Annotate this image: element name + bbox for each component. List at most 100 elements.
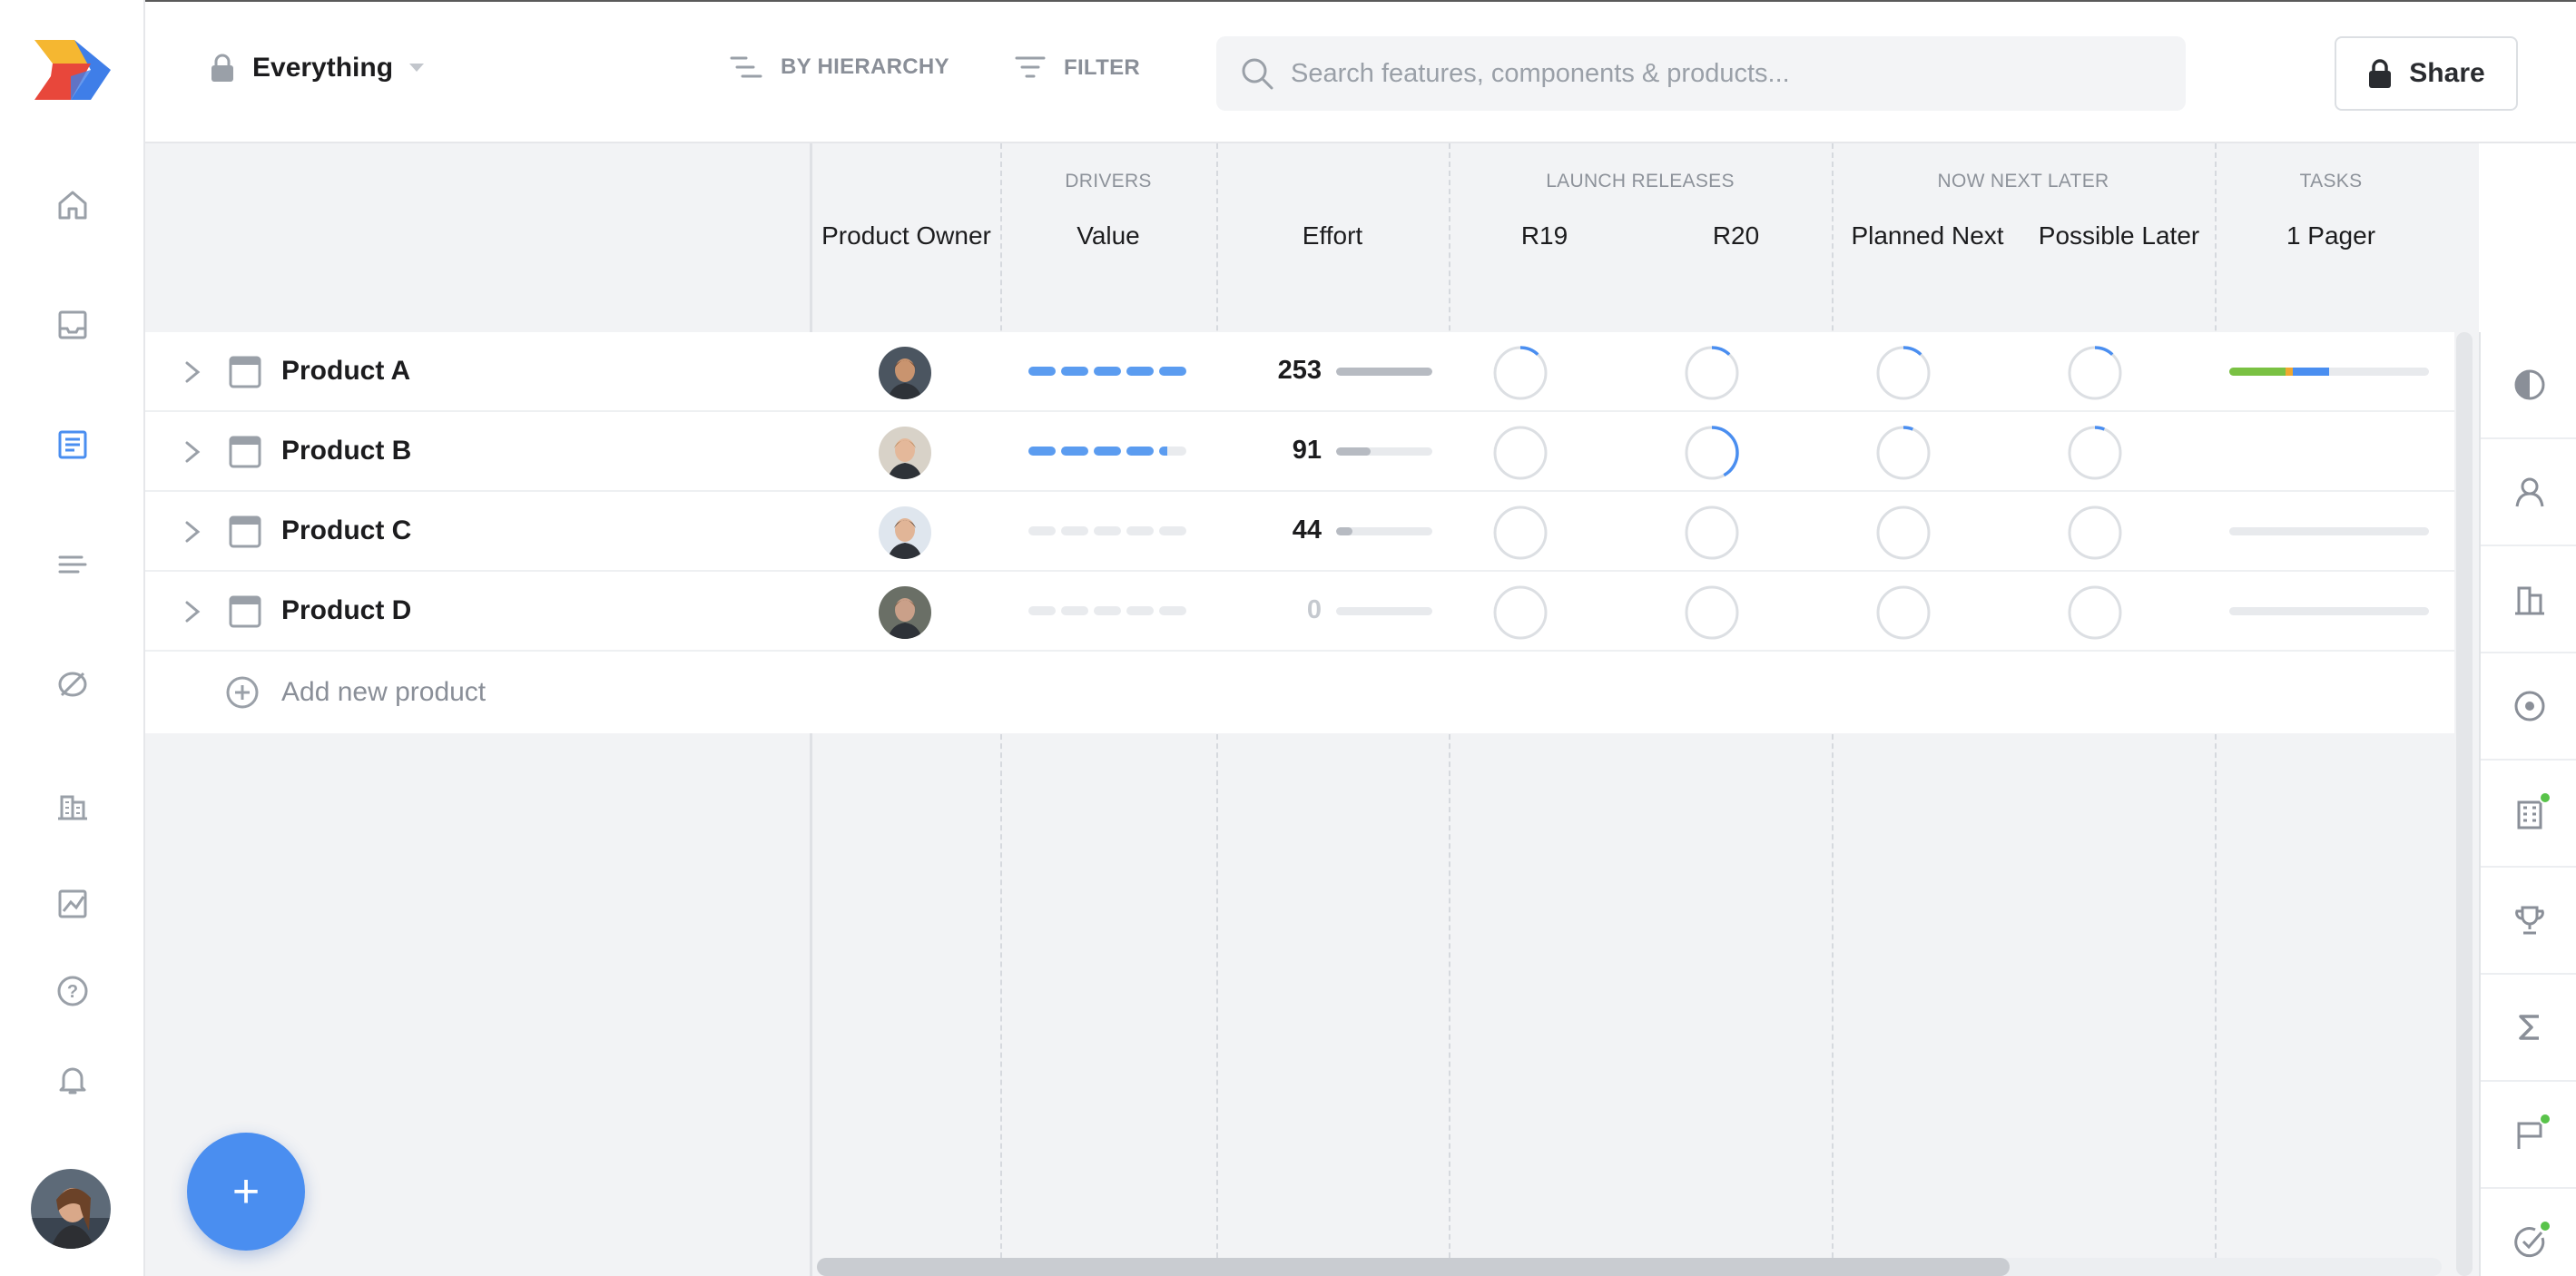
filter-button[interactable]: FILTER xyxy=(1015,54,1140,82)
one-pager-progress[interactable] xyxy=(2229,607,2429,615)
document-icon[interactable] xyxy=(45,417,100,472)
product-name[interactable]: Product C xyxy=(281,515,411,546)
progress-ring-possible-later[interactable] xyxy=(2067,345,2123,401)
owner-avatar[interactable] xyxy=(879,347,931,399)
scrollbar-thumb[interactable] xyxy=(817,1258,2010,1276)
insights-icon[interactable] xyxy=(45,657,100,712)
share-button[interactable]: Share xyxy=(2335,36,2518,111)
by-hierarchy-button[interactable]: BY HIERARCHY xyxy=(730,54,949,80)
column-header-r20[interactable]: R20 xyxy=(1640,221,1832,250)
owner-avatar[interactable] xyxy=(879,506,931,559)
progress-ring-possible-later[interactable] xyxy=(2067,505,2123,561)
progress-ring-r19[interactable] xyxy=(1492,584,1549,641)
scope-label: Everything xyxy=(252,53,394,83)
chevron-down-icon xyxy=(409,64,425,72)
column-header-r19[interactable]: R19 xyxy=(1449,221,1640,250)
search-box[interactable] xyxy=(1216,36,2186,111)
trophy-icon[interactable] xyxy=(2481,868,2576,975)
share-label: Share xyxy=(2409,58,2485,88)
add-circle-icon[interactable] xyxy=(225,675,260,710)
left-nav-rail: ? xyxy=(0,0,145,1276)
notifications-icon[interactable] xyxy=(45,1053,100,1107)
chevron-right-icon[interactable] xyxy=(182,519,203,545)
value-segment xyxy=(1028,447,1056,456)
building-alt-icon[interactable] xyxy=(2481,761,2576,868)
product-icon xyxy=(229,595,261,628)
value-segment xyxy=(1159,606,1186,615)
lock-icon xyxy=(2369,59,2392,88)
target-icon[interactable] xyxy=(2481,653,2576,761)
chevron-right-icon[interactable] xyxy=(182,439,203,465)
one-pager-progress[interactable] xyxy=(2229,527,2429,535)
value-segment xyxy=(1061,367,1088,376)
owner-avatar[interactable] xyxy=(879,427,931,479)
add-button[interactable]: + xyxy=(187,1133,305,1251)
progress-ring-r19[interactable] xyxy=(1492,505,1549,561)
effort-bar xyxy=(1336,447,1432,456)
value-rating[interactable] xyxy=(1028,447,1186,456)
effort-value[interactable]: 44 xyxy=(1234,515,1322,545)
owner-avatar[interactable] xyxy=(879,586,931,639)
product-icon xyxy=(229,356,261,388)
value-rating[interactable] xyxy=(1028,367,1186,376)
add-new-product-label[interactable]: Add new product xyxy=(281,677,486,708)
effort-value[interactable]: 0 xyxy=(1234,595,1322,625)
app-logo[interactable] xyxy=(34,40,111,100)
user-icon[interactable] xyxy=(2481,439,2576,546)
table-row[interactable]: Product D 0 xyxy=(145,572,2454,652)
sigma-icon[interactable] xyxy=(2481,975,2576,1082)
product-name[interactable]: Product A xyxy=(281,356,410,387)
value-segment xyxy=(1094,367,1121,376)
vertical-scrollbar[interactable] xyxy=(2456,332,2473,1276)
progress-ring-possible-later[interactable] xyxy=(2067,425,2123,481)
one-pager-progress[interactable] xyxy=(2229,368,2429,376)
column-header-effort[interactable]: Effort xyxy=(1216,221,1449,250)
building-icon[interactable] xyxy=(2481,546,2576,653)
progress-ring-planned-next[interactable] xyxy=(1875,425,1932,481)
help-icon[interactable]: ? xyxy=(45,964,100,1018)
product-name[interactable]: Product B xyxy=(281,436,411,466)
progress-ring-r20[interactable] xyxy=(1684,425,1740,481)
roadmap-icon[interactable] xyxy=(45,537,100,592)
home-icon[interactable] xyxy=(45,178,100,232)
search-input[interactable] xyxy=(1291,58,2162,89)
scope-selector[interactable]: Everything xyxy=(209,53,425,83)
column-header-one-pager[interactable]: 1 Pager xyxy=(2215,221,2447,250)
table-row[interactable]: Product C 44 xyxy=(145,492,2454,572)
inbox-icon[interactable] xyxy=(45,298,100,352)
column-header-product-owner[interactable]: Product Owner xyxy=(812,221,1000,250)
value-rating[interactable] xyxy=(1028,606,1186,615)
pie-icon[interactable] xyxy=(2481,332,2576,439)
product-name[interactable]: Product D xyxy=(281,595,411,626)
effort-value[interactable]: 253 xyxy=(1234,356,1322,386)
column-header-planned-next[interactable]: Planned Next xyxy=(1832,221,2023,250)
portal-icon[interactable] xyxy=(45,779,100,833)
progress-ring-planned-next[interactable] xyxy=(1875,345,1932,401)
progress-ring-r20[interactable] xyxy=(1684,345,1740,401)
chevron-right-icon[interactable] xyxy=(182,359,203,385)
progress-ring-r20[interactable] xyxy=(1684,584,1740,641)
value-segment xyxy=(1126,526,1154,535)
progress-ring-r19[interactable] xyxy=(1492,345,1549,401)
horizontal-scrollbar[interactable] xyxy=(817,1258,2442,1276)
progress-ring-r20[interactable] xyxy=(1684,505,1740,561)
effort-value[interactable]: 91 xyxy=(1234,436,1322,466)
flag-icon[interactable] xyxy=(2481,1082,2576,1189)
progress-ring-planned-next[interactable] xyxy=(1875,584,1932,641)
column-header-value[interactable]: Value xyxy=(1000,221,1216,250)
progress-ring-planned-next[interactable] xyxy=(1875,505,1932,561)
column-header-possible-later[interactable]: Possible Later xyxy=(2023,221,2215,250)
reports-icon[interactable] xyxy=(45,877,100,931)
search-icon xyxy=(1242,58,1273,90)
effort-bar xyxy=(1336,607,1432,615)
value-rating[interactable] xyxy=(1028,526,1186,535)
progress-ring-possible-later[interactable] xyxy=(2067,584,2123,641)
user-avatar[interactable] xyxy=(31,1169,111,1249)
table-row[interactable]: Product B 91 xyxy=(145,412,2454,492)
table-row[interactable]: Product A 253 xyxy=(145,332,2454,412)
group-header-drivers: DRIVERS xyxy=(1065,171,1152,191)
progress-ring-r19[interactable] xyxy=(1492,425,1549,481)
chevron-right-icon[interactable] xyxy=(182,599,203,624)
add-new-product-row[interactable]: Add new product xyxy=(145,652,2454,733)
check-circle-icon[interactable] xyxy=(2481,1189,2576,1276)
